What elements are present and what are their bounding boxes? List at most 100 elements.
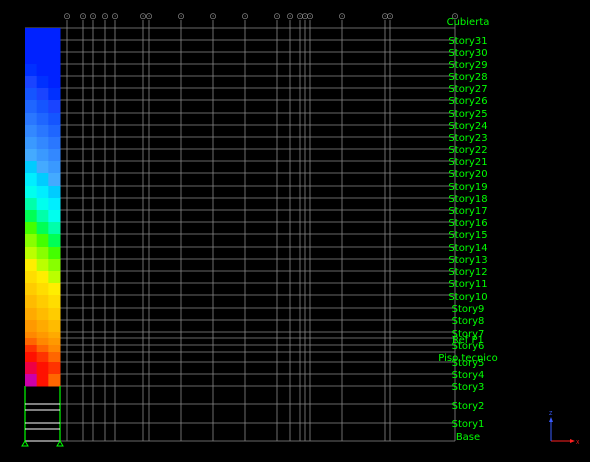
story-label[interactable]: Story4 [452,370,485,381]
stress-band[interactable] [25,271,38,284]
story-label[interactable]: Story24 [448,121,487,132]
stress-band[interactable] [48,247,61,260]
stress-band[interactable] [36,186,49,199]
stress-band[interactable] [36,137,49,150]
story-label[interactable]: Story27 [448,84,487,95]
stress-band[interactable] [25,210,38,223]
grid-bubble-icon[interactable]: ⊙ [101,12,109,22]
stress-band[interactable] [48,308,61,321]
stress-band[interactable] [36,125,49,138]
story-label[interactable]: Story3 [452,382,485,393]
stress-band[interactable] [48,222,61,235]
stress-band[interactable] [48,113,61,126]
stress-band[interactable] [25,234,38,248]
stress-band[interactable] [25,125,38,138]
stress-band[interactable] [36,259,49,272]
stress-band[interactable] [25,198,38,211]
stress-band[interactable] [48,271,61,284]
stress-band[interactable] [48,64,61,77]
stress-band[interactable] [48,259,61,272]
support-icon[interactable] [56,440,64,447]
stress-band[interactable] [48,283,61,296]
stress-band[interactable] [25,338,38,346]
stress-band[interactable] [36,352,49,363]
stress-band[interactable] [25,222,38,235]
stress-band[interactable] [36,271,49,284]
stress-band[interactable] [48,149,61,162]
story-label[interactable]: Story18 [448,194,487,205]
stress-band[interactable] [48,161,61,174]
story-label[interactable]: Story26 [448,96,487,107]
stress-band[interactable] [48,88,61,101]
story-label[interactable]: Story14 [448,243,487,254]
stress-band[interactable] [36,100,49,114]
stress-band[interactable] [48,173,61,187]
stress-band[interactable] [48,332,61,339]
story-label[interactable]: Story29 [448,60,487,71]
story-label[interactable]: Cubierta [447,17,490,28]
stress-band[interactable] [36,234,49,248]
stress-band[interactable] [36,320,49,333]
story-label[interactable]: Story6 [452,341,485,352]
stress-band[interactable] [36,345,49,353]
story-label[interactable]: Story19 [448,182,487,193]
stress-band[interactable] [48,234,61,248]
story-label[interactable]: Story10 [448,292,487,303]
stress-band[interactable] [36,338,49,346]
stress-band[interactable] [25,283,38,296]
stress-band[interactable] [48,374,61,387]
stress-band[interactable] [25,173,38,187]
stress-band[interactable] [25,149,38,162]
stress-band[interactable] [25,40,38,53]
story-label[interactable]: Story12 [448,267,487,278]
stress-band[interactable] [25,28,38,41]
story-label[interactable]: Base [456,432,480,443]
story-label[interactable]: Story2 [452,401,485,412]
grid-bubble-icon[interactable]: ⊙ [273,12,281,22]
stress-band[interactable] [36,52,49,65]
model-canvas[interactable]: ⊙ ⊙ ⊙ ⊙ ⊙ ⊙⊙ ⊙ ⊙ ⊙ ⊙ ⊙ ⊙⊙⊙ ⊙ ⊙⊙ ⊙CubiertaStory31Story3… [0,0,590,462]
stress-band[interactable] [36,113,49,126]
story-label[interactable]: Story23 [448,133,487,144]
story-label[interactable]: Story13 [448,255,487,266]
stress-band[interactable] [48,338,61,346]
grid-bubble-icon[interactable]: ⊙ [209,12,217,22]
stress-band[interactable] [36,332,49,339]
story-label[interactable]: Story31 [448,36,487,47]
stress-band[interactable] [25,161,38,174]
stress-band[interactable] [48,210,61,223]
grid-bubble-icon[interactable]: ⊙ [145,12,153,22]
story-label[interactable]: Story30 [448,48,487,59]
grid-bubble-icon[interactable]: ⊙ [386,12,394,22]
stress-band[interactable] [25,295,38,309]
grid-bubble-icon[interactable]: ⊙ [286,12,294,22]
story-label[interactable]: Story25 [448,109,487,120]
stress-band[interactable] [48,28,61,41]
stress-band[interactable] [36,40,49,53]
story-label[interactable]: Story21 [448,157,487,168]
stress-band[interactable] [25,345,38,353]
story-label[interactable]: Story16 [448,218,487,229]
stress-band[interactable] [48,40,61,53]
stress-band[interactable] [36,295,49,309]
stress-band[interactable] [25,247,38,260]
stress-band[interactable] [48,125,61,138]
stress-band[interactable] [25,52,38,65]
grid-bubble-icon[interactable]: ⊙ [338,12,346,22]
grid-bubble-icon[interactable]: ⊙ [177,12,185,22]
grid-bubble-icon[interactable]: ⊙ [241,12,249,22]
stress-band[interactable] [36,283,49,296]
stress-band[interactable] [25,100,38,114]
story-label[interactable]: Story8 [452,316,485,327]
stress-band[interactable] [25,320,38,333]
stress-band[interactable] [25,332,38,339]
grid-bubble-icon[interactable]: ⊙ [306,12,314,22]
grid-bubble-icon[interactable]: ⊙ [79,12,87,22]
story-label[interactable]: Story22 [448,145,487,156]
stress-band[interactable] [48,295,61,309]
story-label[interactable]: Story11 [448,279,487,290]
stress-band[interactable] [36,222,49,235]
stress-band[interactable] [36,210,49,223]
story-label[interactable]: Story15 [448,230,487,241]
stress-band[interactable] [36,374,49,387]
